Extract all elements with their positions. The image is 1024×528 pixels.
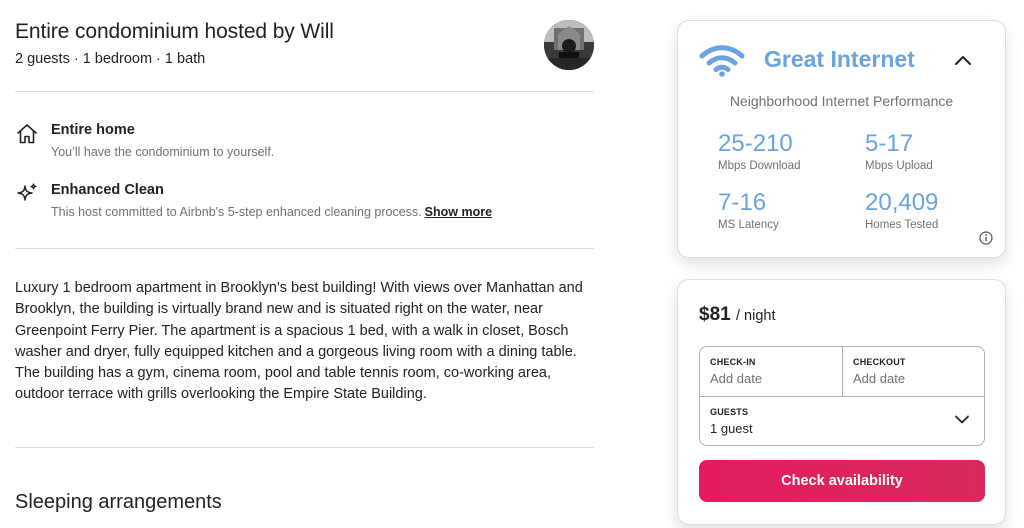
internet-subtitle: Neighborhood Internet Performance xyxy=(729,93,954,109)
guests-cell: GUESTS 1 guest xyxy=(700,397,984,446)
stat-value: 5-17 xyxy=(865,130,914,157)
host-avatar[interactable] xyxy=(544,20,594,70)
checkout-placeholder: Add date xyxy=(853,371,906,386)
host-header: Entire condominium hosted by Will 2 gues… xyxy=(15,0,594,92)
checkin-label: CHECK-IN xyxy=(710,357,756,367)
checkout-label: CHECKOUT xyxy=(853,357,906,367)
chevron-up-icon[interactable] xyxy=(954,53,972,67)
listing-description: Luxury 1 bedroom apartment in Brooklyn's… xyxy=(15,249,594,448)
stat-value: 7-16 xyxy=(718,189,767,216)
sleeping-arrangements-heading: Sleeping arrangements xyxy=(15,491,222,513)
stat-download: 25-210 Mbps Download xyxy=(718,130,801,173)
info-icon[interactable] xyxy=(979,231,993,245)
listing-summary: 2 guests · 1 bedroom · 1 bath xyxy=(15,51,206,67)
price-unit: / night xyxy=(735,308,776,324)
listing-highlights: Entire home You’ll have the condominium … xyxy=(15,92,594,249)
highlight-title: Enhanced Clean xyxy=(51,182,164,198)
guests-field[interactable]: GUESTS 1 guest xyxy=(700,397,984,446)
checkin-placeholder: Add date xyxy=(710,371,763,386)
wifi-icon xyxy=(699,45,745,77)
stat-homes-tested: 20,409 Homes Tested xyxy=(865,189,939,232)
price-amount: $81 xyxy=(699,304,731,325)
sparkle-icon xyxy=(17,183,37,201)
stat-value: 20,409 xyxy=(865,189,939,216)
stat-label: Homes Tested xyxy=(865,219,939,231)
listing-title: Entire condominium hosted by Will xyxy=(15,20,334,43)
highlight-description-text: This host committed to Airbnb's 5-step e… xyxy=(51,205,422,219)
booking-card: $81 / night CHECK-IN Add date CHECKOUT A… xyxy=(677,279,1006,525)
stat-upload: 5-17 Mbps Upload xyxy=(865,130,933,173)
show-more-link[interactable]: Show more xyxy=(425,205,492,219)
description-text: Luxury 1 bedroom apartment in Brooklyn's… xyxy=(15,280,583,403)
stat-label: MS Latency xyxy=(718,219,779,231)
checkout-field[interactable]: CHECKOUT Add date xyxy=(843,347,985,396)
highlight-description: This host committed to Airbnb's 5-step e… xyxy=(51,205,492,219)
nightly-price: $81 / night xyxy=(699,304,775,326)
guests-label: GUESTS xyxy=(710,407,749,417)
listing-details: Entire condominium hosted by Will 2 gues… xyxy=(15,0,594,448)
stat-latency: 7-16 MS Latency xyxy=(718,189,779,232)
highlight-title: Entire home xyxy=(51,122,135,138)
stat-label: Mbps Download xyxy=(718,160,801,172)
internet-title: Great Internet xyxy=(764,46,915,72)
check-availability-button[interactable]: Check availability xyxy=(699,460,985,502)
internet-card: Great Internet Neighborhood Internet Per… xyxy=(677,20,1006,258)
home-icon xyxy=(17,124,37,144)
checkin-field[interactable]: CHECK-IN Add date xyxy=(700,347,843,396)
guests-value: 1 guest xyxy=(710,421,753,436)
date-row: CHECK-IN Add date CHECKOUT Add date xyxy=(700,347,984,397)
stat-label: Mbps Upload xyxy=(865,160,933,172)
date-guest-picker: CHECK-IN Add date CHECKOUT Add date GUES… xyxy=(699,346,985,446)
highlight-description: You’ll have the condominium to yourself. xyxy=(51,145,275,159)
stat-value: 25-210 xyxy=(718,130,793,157)
chevron-down-icon[interactable] xyxy=(954,413,970,425)
avatar-image xyxy=(544,20,594,70)
